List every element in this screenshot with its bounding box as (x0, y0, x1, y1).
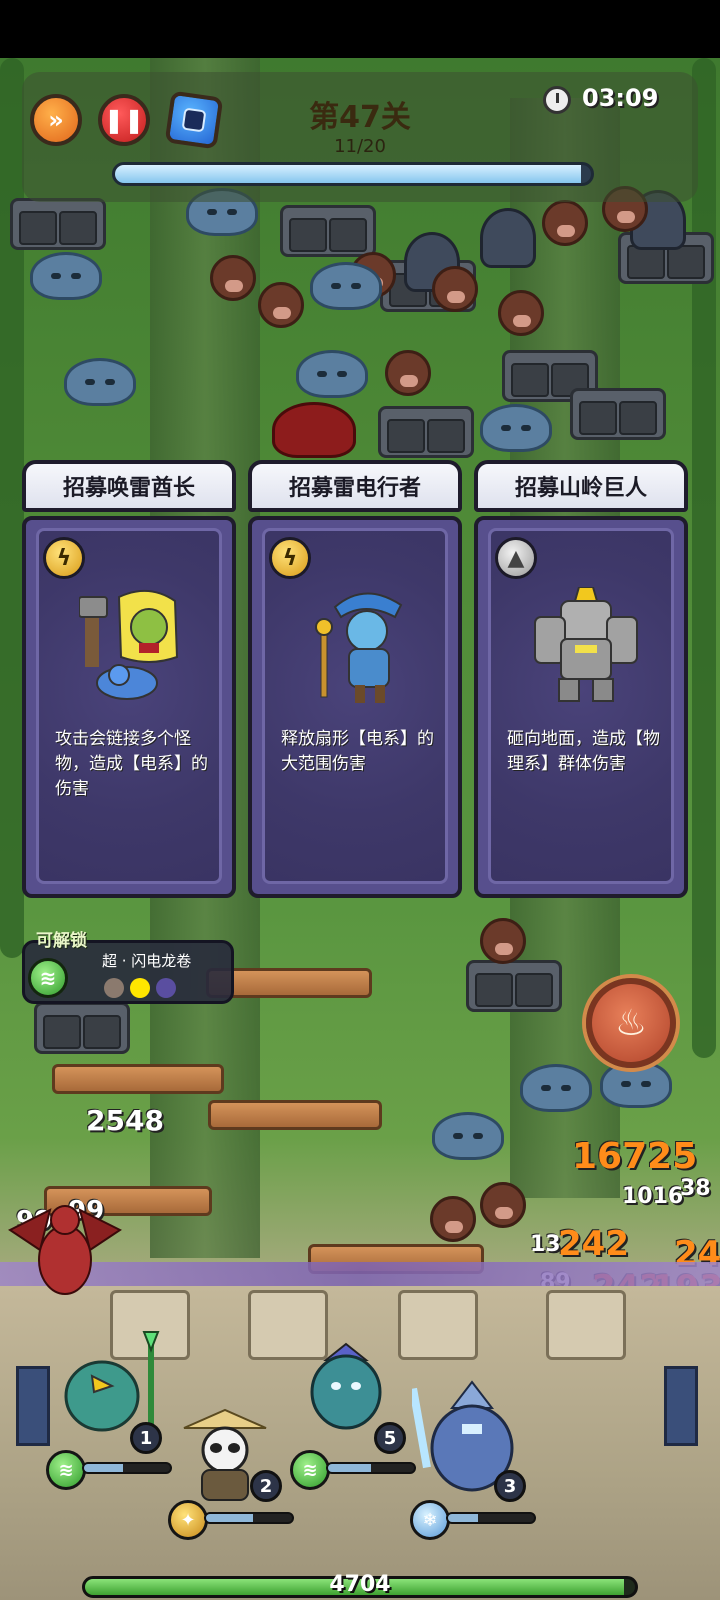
stone-golem-enemy (570, 388, 666, 440)
slime-enemy (30, 252, 102, 300)
recruit-card-thunder-walker[interactable]: 招募雷电行者 ϟ 释放扇形【电系】的大范围伤害 (248, 460, 462, 898)
unit-energy-bar (82, 1462, 172, 1474)
slime-enemy (310, 262, 382, 310)
skill-card-icon (181, 107, 207, 133)
recruit-card-body: ϟ 攻击会链接多个怪物，造成【电系】的伤害 (22, 516, 236, 898)
requirement-dot (130, 978, 150, 998)
wave-progress-fill (115, 165, 582, 183)
damage-number: 16725 (572, 1136, 698, 1177)
pause-button[interactable]: ❚❚ (98, 94, 150, 146)
skill-cards-button[interactable] (164, 90, 224, 150)
stone-golem-enemy (280, 205, 376, 257)
wall-battlement (398, 1290, 478, 1360)
vine (692, 58, 716, 1058)
stone-golem-enemy (10, 198, 106, 250)
damage-number: 2548 (86, 1104, 164, 1137)
rock-element-icon: ▲ (495, 537, 537, 579)
unit-level-badge: 3 (494, 1470, 526, 1502)
boar-enemy (385, 350, 431, 396)
boar-enemy (258, 282, 304, 328)
thunder-walker-portrait (315, 592, 403, 703)
wall-banner (664, 1366, 698, 1446)
damage-number: 38 (680, 1176, 711, 1201)
recruit-card-description: 释放扇形【电系】的大范围伤害 (281, 729, 434, 774)
recruit-card-title: 招募山岭巨人 (474, 460, 688, 512)
boar-enemy (542, 200, 588, 246)
wall-banner (16, 1366, 50, 1446)
boar-enemy (210, 255, 256, 301)
ice-crystal-icon: ❄ (410, 1500, 450, 1540)
damage-number: 242 (558, 1224, 629, 1264)
boar-enemy (480, 1182, 526, 1228)
phoenix-icon: ♨ (614, 1002, 648, 1044)
requirement-dot (156, 978, 176, 998)
slime-enemy (296, 350, 368, 398)
unit-energy-bar (204, 1512, 294, 1524)
stone-golem-enemy (466, 960, 562, 1012)
hero-unit-wind-bird[interactable] (52, 1326, 162, 1436)
slime-enemy (520, 1064, 592, 1112)
recruit-card-description: 砸向地面，造成【物理系】群体伤害 (507, 729, 660, 774)
boar-enemy (432, 266, 478, 312)
battle-timer: 03:09 (582, 84, 659, 112)
stone-golem-enemy (378, 406, 474, 458)
unit-level-badge: 1 (130, 1422, 162, 1454)
unlockable-label: 可解锁 (36, 931, 87, 951)
recruit-card-body: ϟ 释放扇形【电系】的大范围伤害 (248, 516, 462, 898)
stone-golem-enemy (34, 1002, 130, 1054)
wooden-plank (52, 1064, 224, 1094)
recruit-card-panel: ϟ 释放扇形【电系】的大范围伤害 (262, 528, 448, 884)
level-title: 第47关 (309, 100, 411, 135)
requirement-dot (104, 978, 124, 998)
recruit-card-panel: ϟ 攻击会链接多个怪物，造成【电系】的伤害 (36, 528, 222, 884)
phoenix-ability-button[interactable]: ♨ (586, 978, 676, 1068)
clock-icon (543, 86, 571, 114)
recruit-card-body: ▲ 砸向地面，造成【物理系】群体伤害 (474, 516, 688, 898)
damage-number: 1016 (622, 1184, 684, 1209)
tornado-icon: ≋ (28, 958, 68, 998)
lightning-element-icon: ϟ (269, 537, 311, 579)
recruit-card-title: 招募雷电行者 (248, 460, 462, 512)
unit-level-badge: 2 (250, 1470, 282, 1502)
pause-icon: ❚❚ (103, 106, 145, 134)
vine (0, 58, 24, 958)
hero-unit-wind-spirit[interactable] (296, 1340, 396, 1436)
unit-level-badge: 5 (374, 1422, 406, 1454)
slime-enemy (432, 1112, 504, 1160)
recruit-card-title: 招募唤雷酋长 (22, 460, 236, 512)
base-hp-value: 4704 (329, 1572, 391, 1597)
slime-enemy (64, 358, 136, 406)
system-status-bar (0, 0, 720, 58)
red-dragon-enemy (8, 1205, 122, 1295)
wave-count: 11/20 (334, 136, 386, 157)
red-boss-enemy (272, 402, 356, 458)
recruit-card-mountain-giant[interactable]: 招募山岭巨人 ▲ 砸向地面，造成【物理系】群体伤害 (474, 460, 688, 898)
tornado-icon: ≋ (290, 1450, 330, 1490)
wave-progress-bar (112, 162, 594, 186)
wind-spirit-sprite (310, 1342, 382, 1430)
unit-energy-bar (446, 1512, 536, 1524)
boar-enemy (430, 1196, 476, 1242)
mountain-giant-portrait (534, 587, 638, 702)
recruit-card-thunder-chief[interactable]: 招募唤雷酋长 ϟ 攻击会链接多个怪物，造成【电系】的伤害 (22, 460, 236, 898)
fast-forward-button[interactable]: » (30, 94, 82, 146)
armored-knight-enemy (480, 208, 536, 268)
lightning-element-icon: ϟ (43, 537, 85, 579)
earth-crack-icon: ✦ (168, 1500, 208, 1540)
unlockable-skill-name: 超 · 闪电龙卷 (102, 952, 192, 970)
wind-bird-sprite (64, 1331, 160, 1432)
wall-battlement (546, 1290, 626, 1360)
recruit-card-panel: ▲ 砸向地面，造成【物理系】群体伤害 (488, 528, 674, 884)
unit-energy-bar (326, 1462, 416, 1474)
tornado-icon: ≋ (46, 1450, 86, 1490)
boar-enemy (480, 918, 526, 964)
thunder-chief-portrait (79, 590, 179, 700)
slime-enemy (480, 404, 552, 452)
wooden-plank (208, 1100, 382, 1130)
damage-number: 13 (530, 1232, 561, 1257)
recruit-card-description: 攻击会链接多个怪物，造成【电系】的伤害 (55, 729, 208, 799)
boar-enemy (498, 290, 544, 336)
fast-forward-icon: » (48, 106, 64, 134)
